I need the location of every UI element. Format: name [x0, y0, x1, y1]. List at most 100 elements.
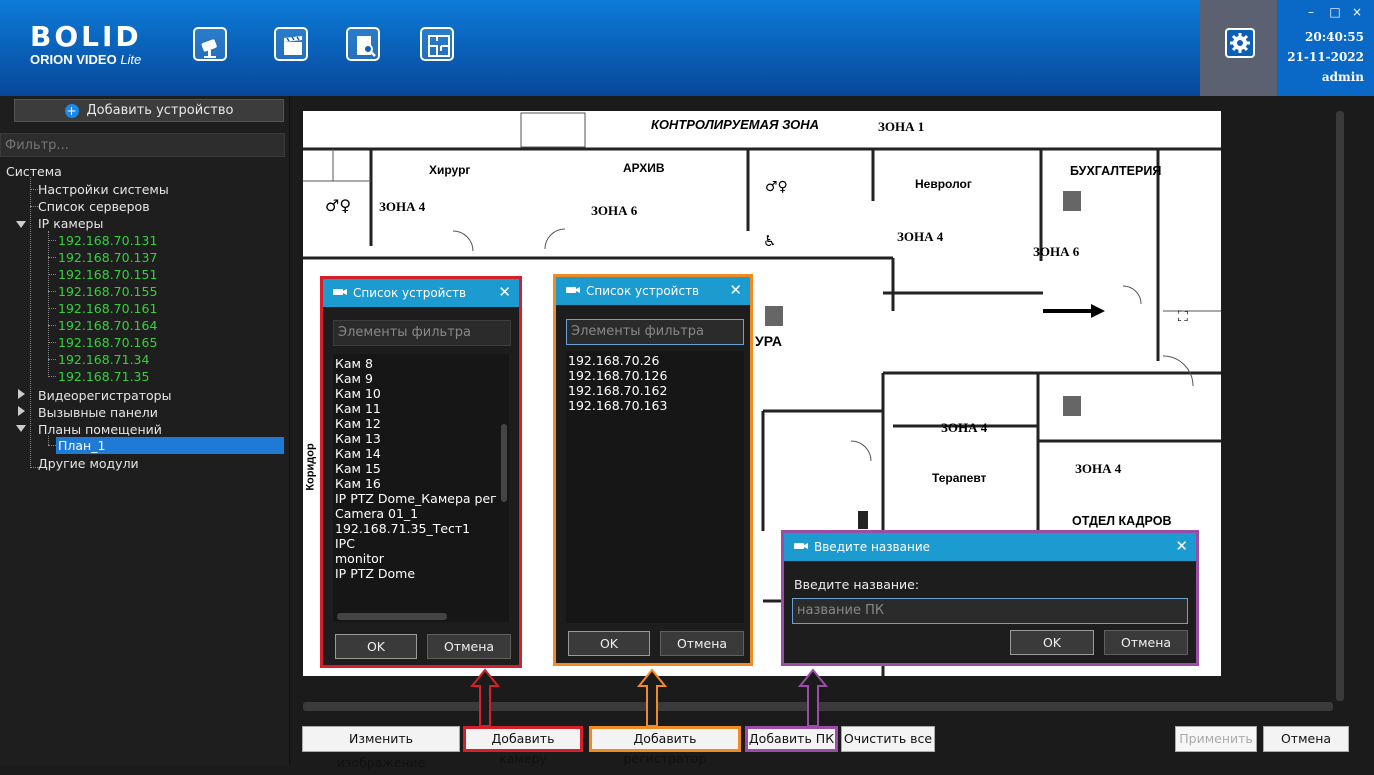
tree-item-plan-1[interactable]: План_1 [56, 437, 284, 454]
add-device-label: Добавить устройство [86, 103, 234, 118]
close-icon[interactable]: ✕ [498, 284, 511, 300]
device-filter-input[interactable] [0, 133, 285, 157]
list-item[interactable]: 192.168.71.35_Тест1 [333, 521, 509, 536]
recorder-list: 192.168.70.26 192.168.70.126 192.168.70.… [566, 351, 744, 623]
add-pc-button[interactable]: Добавить ПК [745, 726, 838, 752]
plan-label: ЗОНА 4 [379, 199, 426, 214]
pc-name-input[interactable]: название ПК [792, 598, 1188, 624]
device-tree: Система Настройки системы Список серверо… [6, 163, 288, 563]
close-button[interactable]: × [1350, 6, 1364, 18]
minimize-button[interactable]: – [1304, 6, 1318, 18]
expand-arrow-icon[interactable] [16, 425, 26, 432]
tree-item-ip-cameras[interactable]: IP камеры [38, 215, 103, 232]
tree-item-ip[interactable]: 192.168.71.35 [58, 368, 149, 385]
list-item[interactable]: monitor [333, 551, 509, 566]
plan-label: ЗОНА 6 [1033, 244, 1080, 259]
ok-button[interactable]: OK [1010, 630, 1094, 655]
camera-icon[interactable] [193, 27, 227, 61]
list-item[interactable]: Camera 01_1 [333, 506, 509, 521]
maximize-button[interactable]: □ [1328, 6, 1342, 18]
list-item[interactable]: IP PTZ Dome [333, 566, 509, 581]
apply-button[interactable]: Применить [1175, 726, 1257, 752]
dialog-title: Список устройств [586, 284, 700, 298]
tree-item-ip[interactable]: 192.168.71.34 [58, 351, 149, 368]
vertical-scrollbar[interactable] [1336, 111, 1344, 701]
change-image-button[interactable]: Изменить изображение [302, 726, 460, 770]
list-item[interactable]: Кам 10 [333, 386, 509, 401]
logo-product: ORION VIDEO Lite [30, 52, 142, 67]
list-item[interactable]: Кам 8 [333, 356, 509, 371]
arrow-up-icon [637, 668, 667, 727]
list-item[interactable]: Кам 14 [333, 446, 509, 461]
list-item[interactable]: Кам 16 [333, 476, 509, 491]
tree-item-recorders[interactable]: Видеорегистраторы [38, 387, 171, 404]
dialog-filter-input[interactable]: Элементы фильтра [333, 320, 511, 346]
document-search-icon[interactable] [346, 27, 380, 61]
list-item[interactable]: 192.168.70.162 [566, 383, 744, 398]
clear-all-button[interactable]: Очистить все [841, 726, 935, 752]
tree-item-ip[interactable]: 192.168.70.155 [58, 283, 157, 300]
list-item[interactable]: 192.168.70.126 [566, 368, 744, 383]
close-icon[interactable]: ✕ [1175, 538, 1188, 554]
tree-item-call-panels[interactable]: Вызывные панели [38, 404, 158, 421]
list-item[interactable]: Кам 9 [333, 371, 509, 386]
list-item[interactable]: Кам 12 [333, 416, 509, 431]
tree-item-ip[interactable]: 192.168.70.137 [58, 249, 157, 266]
tree-item-ip[interactable]: 192.168.70.161 [58, 300, 157, 317]
add-camera-button[interactable]: Добавить камеру [463, 726, 583, 766]
plan-label: ОТДЕЛ КАДРОВ [1072, 514, 1172, 528]
expand-arrow-icon[interactable] [18, 389, 25, 399]
tree-item-system-settings[interactable]: Настройки системы [38, 181, 169, 198]
dialog-title: Введите название [814, 540, 931, 554]
ok-button[interactable]: OK [568, 631, 650, 656]
dialog-title-bar: Введите название ✕ [784, 533, 1196, 561]
ok-button[interactable]: OK [335, 634, 417, 659]
tree-item-server-list[interactable]: Список серверов [38, 198, 150, 215]
dialog-title-bar: Список устройств ✕ [323, 279, 519, 307]
cancel-button[interactable]: Отмена [1104, 630, 1188, 655]
arrow-up-icon [470, 668, 500, 727]
gear-icon[interactable] [1225, 28, 1255, 58]
add-recorder-button[interactable]: Добавить регистратор [589, 726, 741, 766]
video-clapper-icon[interactable] [274, 27, 308, 61]
tree-item-ip[interactable]: 192.168.70.151 [58, 266, 157, 283]
list-item[interactable]: Кам 11 [333, 401, 509, 416]
dialog-filter-input[interactable]: Элементы фильтра [566, 319, 744, 345]
plan-label: АРХИВ [623, 161, 665, 175]
cancel-button[interactable]: Отмена [427, 634, 511, 659]
tree-item-ip[interactable]: 192.168.70.164 [58, 317, 157, 334]
expand-arrow-icon[interactable] [16, 221, 26, 228]
camera-icon [566, 287, 580, 293]
plan-label: КОНТРОЛИРУЕМАЯ ЗОНА [651, 117, 820, 132]
name-prompt: Введите название: [794, 577, 920, 592]
list-item[interactable]: IPC [333, 536, 509, 551]
dialog-title-bar: Список устройств ✕ [556, 277, 750, 305]
tree-item-other-modules[interactable]: Другие модули [38, 455, 139, 472]
tree-item-system[interactable]: Система [6, 163, 62, 180]
plan-label: УРА [755, 333, 782, 349]
plan-label: Невролог [915, 177, 972, 191]
list-item[interactable]: 192.168.70.26 [566, 353, 744, 368]
cancel-button[interactable]: Отмена [660, 631, 744, 656]
plan-label: БУХГАЛТЕРИЯ [1070, 164, 1162, 178]
tree-item-ip[interactable]: 192.168.70.165 [58, 334, 157, 351]
list-h-scrollbar[interactable] [337, 613, 447, 620]
plus-icon: + [64, 104, 79, 118]
list-item[interactable]: IP PTZ Dome_Камера рег [333, 491, 509, 506]
list-item[interactable]: Кам 15 [333, 461, 509, 476]
add-device-button[interactable]: + Добавить устройство [14, 99, 284, 122]
plan-label: ЗОНА 6 [591, 203, 638, 218]
camera-list-dialog: Список устройств ✕ Элементы фильтра Кам … [320, 276, 522, 668]
list-item[interactable]: Кам 13 [333, 431, 509, 446]
expand-arrow-icon[interactable] [18, 406, 25, 416]
arrow-up-icon [798, 668, 828, 727]
list-item[interactable]: 192.168.70.163 [566, 398, 744, 413]
camera-icon [794, 543, 808, 549]
close-icon[interactable]: ✕ [729, 282, 742, 298]
tree-item-ip[interactable]: 192.168.70.131 [58, 232, 157, 249]
floor-plan-icon[interactable] [420, 27, 454, 61]
list-scrollbar[interactable] [501, 424, 507, 502]
cancel-button[interactable]: Отмена [1263, 726, 1349, 752]
logo-text: BOLID [30, 20, 142, 53]
tree-item-room-plans[interactable]: Планы помещений [38, 421, 162, 438]
